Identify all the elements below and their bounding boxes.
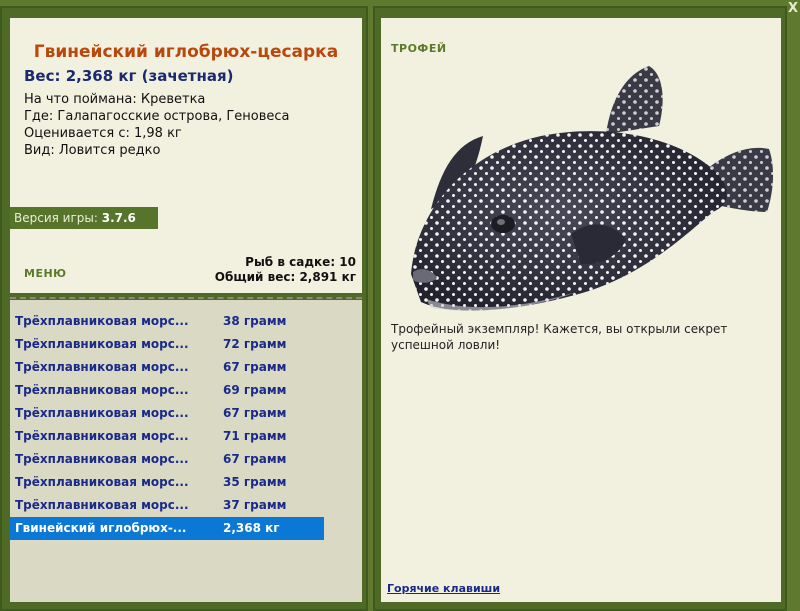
catch-name: Трёхплавниковая морс...: [15, 383, 189, 397]
divider: [10, 297, 362, 299]
catch-list-row[interactable]: Гвинейский иглобрюх-... 2,368 кг: [10, 517, 324, 540]
catch-list-row[interactable]: Трёхплавниковая морс... 67 грамм: [10, 402, 362, 425]
catch-name: Гвинейский иглобрюх-...: [15, 521, 187, 535]
catch-name: Трёхплавниковая морс...: [15, 406, 189, 420]
catch-weight: 69 грамм: [223, 383, 287, 397]
trophy-message: Трофейный экземпляр! Кажется, вы открыли…: [391, 322, 728, 352]
version-badge: Версия игры: 3.7.6: [10, 207, 158, 229]
close-icon[interactable]: X: [788, 1, 798, 16]
catch-name: Трёхплавниковая морс...: [15, 337, 189, 351]
catch-list: Трёхплавниковая морс... 38 грамм Трёхплавн…: [10, 310, 362, 540]
catch-list-row[interactable]: Трёхплавниковая морс... 35 грамм: [10, 471, 362, 494]
fish-count: Рыб в садке: 10: [245, 255, 356, 269]
catch-name: Трёхплавниковая морс...: [15, 452, 189, 466]
catch-weight: 67 грамм: [223, 452, 287, 466]
catch-list-panel: Трёхплавниковая морс... 38 грамм Трёхплавн…: [10, 300, 362, 602]
catch-list-row[interactable]: Трёхплавниковая морс... 67 грамм: [10, 448, 362, 471]
version-value: 3.7.6: [101, 211, 136, 225]
catch-list-row[interactable]: Трёхплавниковая морс... 71 грамм: [10, 425, 362, 448]
fish-image: [411, 66, 774, 311]
catch-list-row[interactable]: Трёхплавниковая морс... 38 грамм: [10, 310, 362, 333]
keep-net-stats: Рыб в садке: 10 Общий вес: 2,891 кг: [215, 255, 356, 285]
menu-button[interactable]: МЕНЮ: [24, 267, 67, 280]
catch-weight: 38 грамм: [223, 314, 287, 328]
catch-name: Трёхплавниковая морс...: [15, 475, 189, 489]
fish-weight: Вес: 2,368 кг (зачетная): [24, 67, 234, 85]
catch-detail-panel: Гвинейский иглобрюх-цесарка Вес: 2,368 к…: [10, 18, 362, 293]
catch-weight: 71 грамм: [223, 429, 287, 443]
catch-name: Трёхплавниковая морс...: [15, 314, 189, 328]
catch-name: Трёхплавниковая морс...: [15, 429, 189, 443]
catch-weight: 67 грамм: [223, 406, 287, 420]
catch-weight: 67 грамм: [223, 360, 287, 374]
catch-list-row[interactable]: Трёхплавниковая морс... 69 грамм: [10, 379, 362, 402]
catch-list-row[interactable]: Трёхплавниковая морс... 72 грамм: [10, 333, 362, 356]
catch-name: Трёхплавниковая морс...: [15, 360, 189, 374]
catch-list-row[interactable]: Трёхплавниковая морс... 67 грамм: [10, 356, 362, 379]
catch-name: Трёхплавниковая морс...: [15, 498, 189, 512]
catch-weight: 37 грамм: [223, 498, 287, 512]
version-label: Версия игры:: [14, 211, 98, 225]
catch-weight: 2,368 кг: [223, 521, 280, 535]
total-weight: Общий вес: 2,891 кг: [214, 270, 356, 284]
catch-list-row[interactable]: Трёхплавниковая морс... 37 грамм: [10, 494, 362, 517]
trophy-panel: ТРОФЕЙ Трофейный экземпляр! Кажется, вы …: [381, 18, 781, 602]
valued-from-info: Оценивается с: 1,98 кг: [24, 126, 182, 141]
catch-weight: 72 грамм: [223, 337, 287, 351]
location-info: Где: Галапагосские острова, Геновеса: [24, 109, 290, 124]
catch-weight: 35 грамм: [223, 475, 287, 489]
hotkeys-link[interactable]: Горячие клавиши: [387, 582, 500, 595]
fish-title: Гвинейский иглобрюх-цесарка: [33, 42, 339, 62]
rarity-info: Вид: Ловится редко: [24, 143, 161, 158]
bait-info: На что поймана: Креветка: [24, 92, 206, 107]
